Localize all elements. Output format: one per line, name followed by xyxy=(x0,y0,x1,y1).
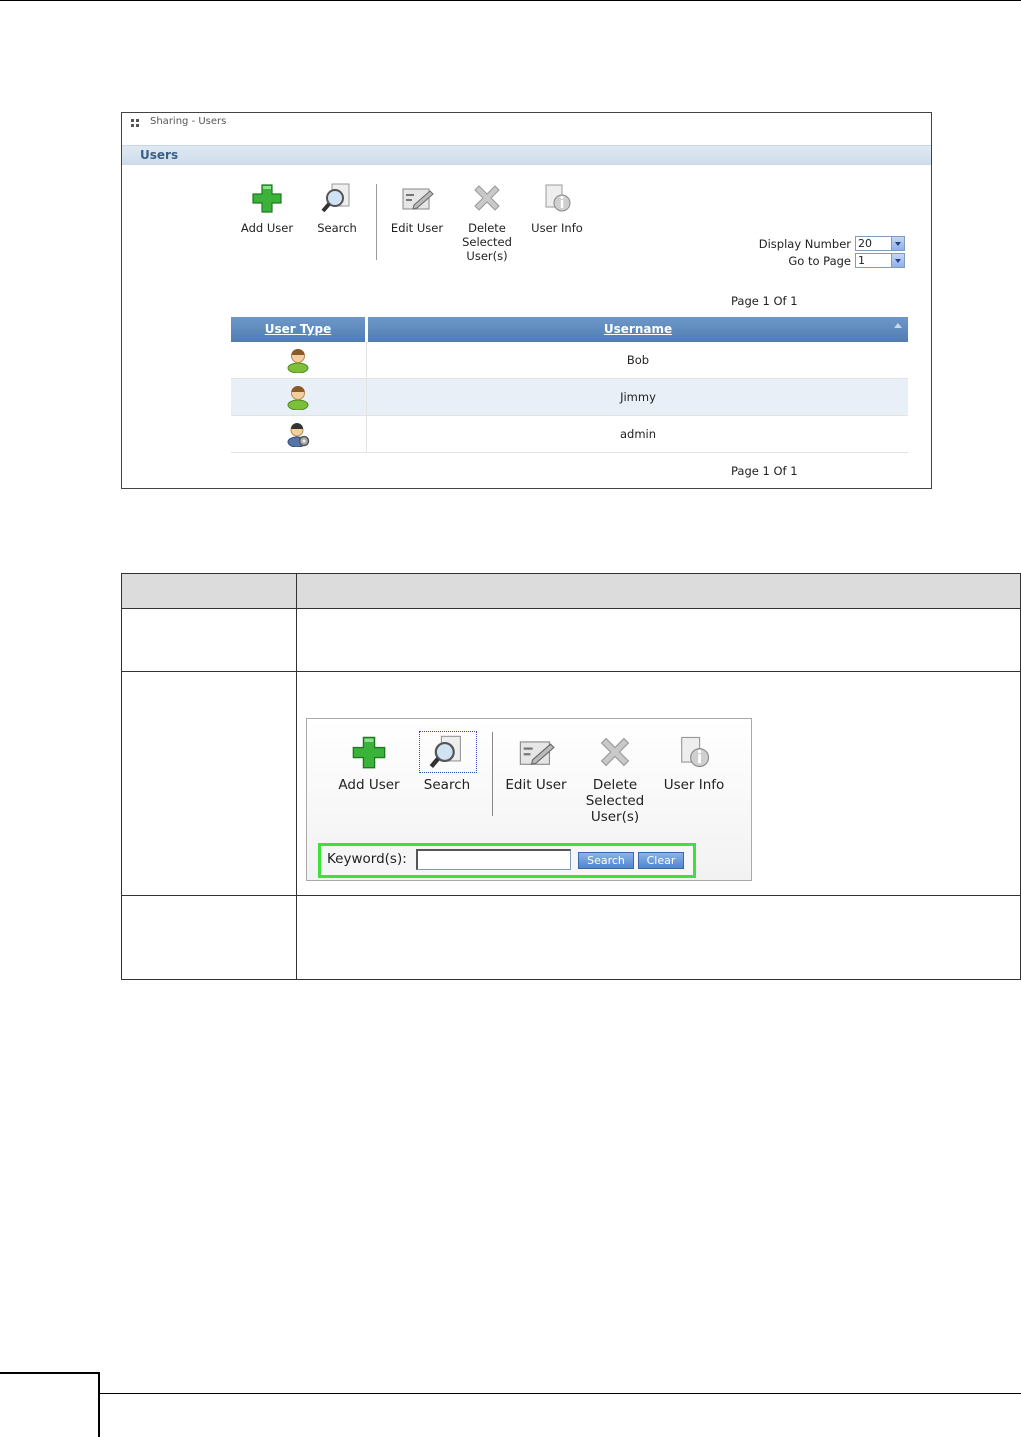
description-cell xyxy=(296,895,1021,980)
users-toolbar: Add User Search Edit User Delete Selecte… xyxy=(227,181,627,291)
edit-icon xyxy=(517,733,555,771)
edit-icon xyxy=(400,181,434,215)
user-info-label: User Info xyxy=(663,777,725,793)
delete-label-2: Selected xyxy=(462,235,512,249)
description-row xyxy=(121,895,1021,980)
edit-user-button[interactable]: Edit User xyxy=(496,733,576,793)
panel-breadcrumb: Sharing - Users xyxy=(122,113,931,133)
breadcrumb-text: Sharing - Users xyxy=(150,116,227,127)
page-info-top: Page 1 Of 1 xyxy=(731,294,798,308)
edit-user-label: Edit User xyxy=(505,777,567,793)
description-header-cell xyxy=(121,573,297,609)
description-cell xyxy=(121,608,297,672)
add-user-label: Add User xyxy=(240,221,294,235)
column-header-user-type[interactable]: User Type xyxy=(231,317,365,342)
search-icon xyxy=(428,733,466,771)
user-icon xyxy=(286,384,310,411)
description-cell: Add User Search Edit User Delete Selecte… xyxy=(296,671,1021,896)
user-info-label: User Info xyxy=(531,221,583,235)
user-info-button[interactable]: User Info xyxy=(522,181,592,235)
keyword-input[interactable] xyxy=(416,849,571,870)
delete-label-3: User(s) xyxy=(466,249,508,263)
table-row[interactable]: Jimmy xyxy=(231,379,908,416)
table-row[interactable]: Bob xyxy=(231,342,908,379)
search-button[interactable]: Search xyxy=(302,181,372,235)
add-user-button[interactable]: Add User xyxy=(232,181,302,235)
table-row[interactable]: admin xyxy=(231,416,908,453)
username-cell: admin xyxy=(619,427,657,441)
search-icon xyxy=(320,181,354,215)
description-cell xyxy=(121,671,297,896)
users-screenshot-panel: Sharing - Users Users Add User Search Ed… xyxy=(121,112,932,489)
username-cell: Jimmy xyxy=(620,390,656,404)
go-to-page-select[interactable]: 1 xyxy=(855,253,905,268)
delete-label-1: Delete xyxy=(592,777,638,793)
delete-label-2: Selected xyxy=(585,793,645,809)
dropdown-arrow-icon[interactable] xyxy=(891,237,904,250)
search-label: Search xyxy=(423,777,471,793)
display-number-label: Display Number xyxy=(758,237,851,251)
users-table-header: User Type Username xyxy=(231,317,908,342)
edit-user-button[interactable]: Edit User xyxy=(382,181,452,235)
description-row xyxy=(121,608,1021,672)
edit-user-label: Edit User xyxy=(390,221,444,235)
delete-icon xyxy=(470,181,504,215)
delete-selected-users-button[interactable]: Delete Selected User(s) xyxy=(452,181,522,263)
description-cell xyxy=(296,608,1021,672)
description-cell xyxy=(121,895,297,980)
page-number-box xyxy=(0,1372,100,1437)
display-number-value: 20 xyxy=(858,237,872,250)
description-row: Add User Search Edit User Delete Selecte… xyxy=(121,671,1021,896)
info-icon xyxy=(675,733,713,771)
info-icon xyxy=(540,181,574,215)
description-header-row xyxy=(121,573,1021,609)
column-header-username[interactable]: Username xyxy=(368,317,908,342)
delete-label-3: User(s) xyxy=(590,809,640,825)
display-controls: Display Number 20 Go to Page 1 xyxy=(759,236,905,270)
go-to-page-label: Go to Page xyxy=(788,254,851,268)
add-icon xyxy=(350,733,388,771)
search-toolbar-inset: Add User Search Edit User Delete Selecte… xyxy=(306,718,752,881)
add-user-button[interactable]: Add User xyxy=(329,733,409,793)
username-cell: Bob xyxy=(626,353,650,367)
go-to-page-value: 1 xyxy=(858,254,865,267)
user-icon xyxy=(286,347,310,374)
keyword-search-button[interactable]: Search xyxy=(578,852,634,869)
footer-rule xyxy=(100,1393,1021,1394)
search-button[interactable]: Search xyxy=(407,733,487,793)
page-info-bottom: Page 1 Of 1 xyxy=(731,464,798,478)
grid-icon xyxy=(131,119,140,128)
dropdown-arrow-icon[interactable] xyxy=(891,254,904,267)
keyword-label: Keyword(s): xyxy=(327,851,407,867)
username-header-label: Username xyxy=(603,322,673,336)
search-label: Search xyxy=(317,221,357,235)
users-table: User Type Username Bob Jimmy admin xyxy=(231,317,908,453)
keyword-search-bar: Keyword(s): Search Clear xyxy=(318,843,696,878)
description-header-cell xyxy=(296,573,1021,609)
add-icon xyxy=(250,181,284,215)
toolbar-separator xyxy=(492,732,493,816)
display-number-select[interactable]: 20 xyxy=(855,236,905,251)
user-info-button[interactable]: User Info xyxy=(654,733,734,793)
keyword-clear-button[interactable]: Clear xyxy=(638,852,684,869)
section-title: Users xyxy=(122,145,931,165)
add-user-label: Add User xyxy=(338,777,400,793)
sort-up-icon xyxy=(894,323,902,328)
admin-user-icon xyxy=(286,421,310,448)
delete-selected-users-button[interactable]: Delete Selected User(s) xyxy=(575,733,655,825)
description-table: Add User Search Edit User Delete Selecte… xyxy=(121,573,1021,980)
delete-icon xyxy=(596,733,634,771)
top-rule xyxy=(0,0,1021,1)
toolbar-separator xyxy=(376,184,377,260)
delete-label-1: Delete xyxy=(468,221,506,235)
